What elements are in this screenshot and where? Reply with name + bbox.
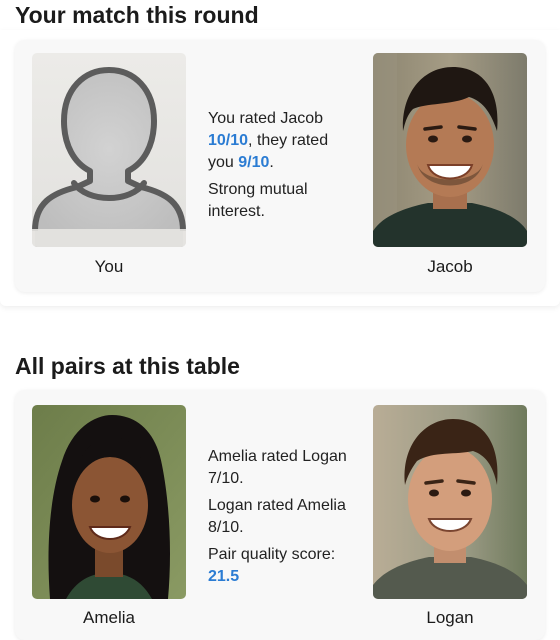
default-user-icon (32, 53, 186, 247)
their-rating: 9/10 (238, 154, 270, 171)
score-value: 21.5 (208, 568, 240, 585)
amelia-label: Amelia (83, 608, 135, 627)
logan-label: Logan (426, 608, 474, 627)
match-card: You You rated Jacob 10/10, they rated yo… (15, 40, 545, 292)
your-rating: 10/10 (208, 132, 249, 149)
logan-rating-text: Logan rated Amelia 8/10. (208, 497, 346, 536)
match-rating-text: You rated Jacob 10/10, they rated you 9/… (208, 108, 358, 174)
pair-score-text: Pair quality score: 21.5 (208, 544, 358, 588)
you-label: You (94, 257, 124, 276)
match-description: You rated Jacob 10/10, they rated you 9/… (208, 108, 358, 228)
jacob-label: Jacob (427, 257, 473, 276)
pair-description: Amelia rated Logan 7/10. Logan rated Ame… (208, 446, 358, 593)
you-avatar-placeholder (32, 53, 186, 247)
table-section-title: All pairs at this table (15, 353, 240, 379)
amelia-photo (32, 405, 186, 599)
jacob-photo (373, 53, 527, 247)
match-section-title: Your match this round (15, 2, 259, 28)
rating-suffix: . (269, 154, 274, 171)
amelia-rating-text: Amelia rated Logan 7/10. (208, 448, 347, 487)
pair-card: Amelia Amelia rated Logan 7/10. Logan ra… (15, 390, 545, 640)
logan-photo (373, 405, 527, 599)
score-label: Pair quality score: (208, 546, 336, 563)
rating-prefix: You rated Jacob (208, 110, 324, 127)
match-interest-text: Strong mutual interest. (208, 181, 308, 220)
